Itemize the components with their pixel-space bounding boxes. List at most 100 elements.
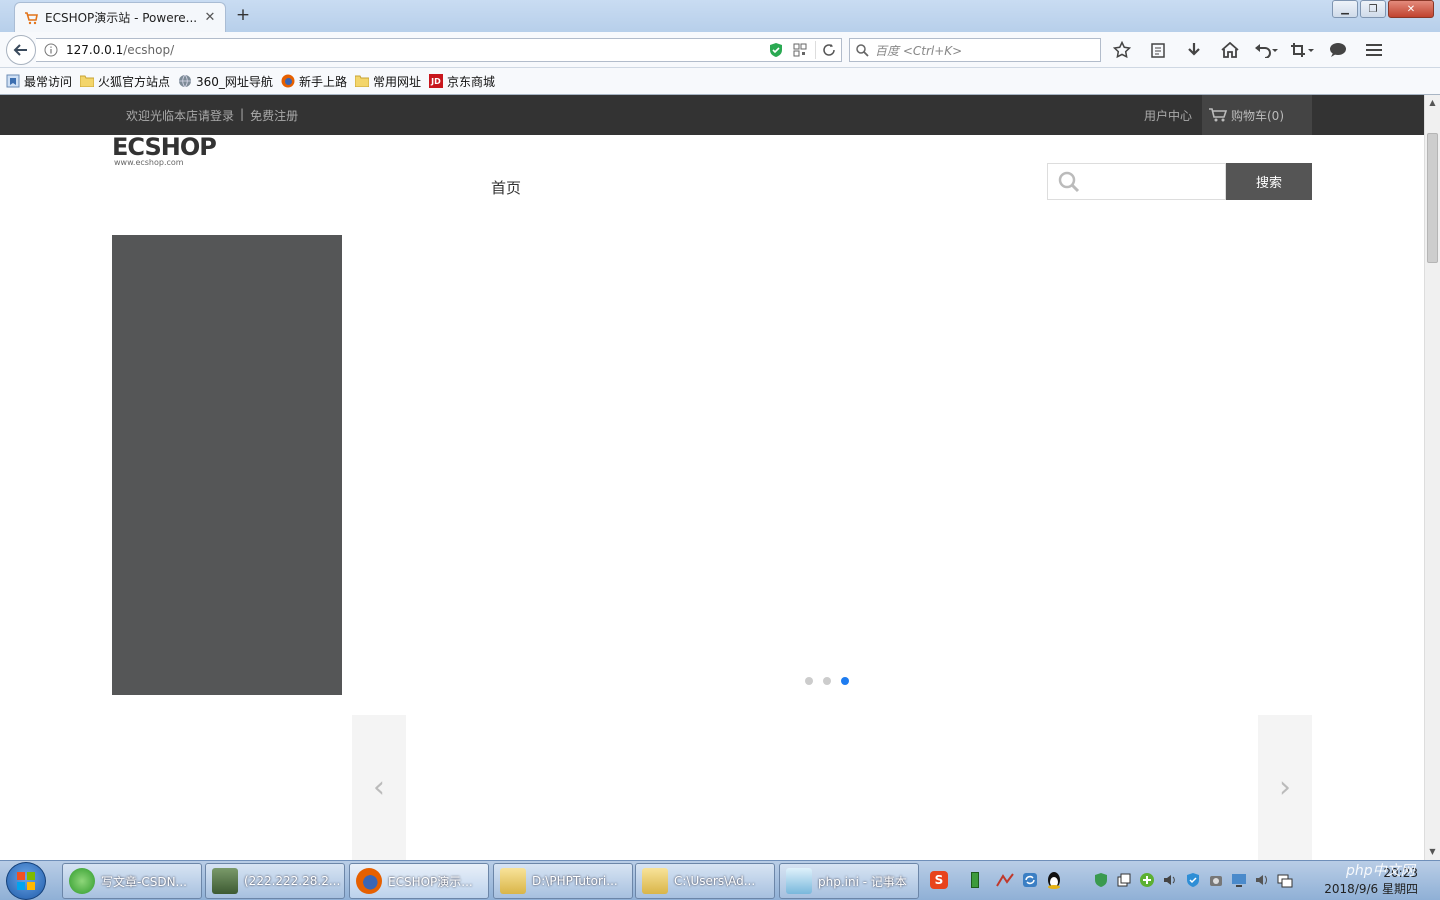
task-label: D:\PHPTutori... — [532, 874, 618, 888]
remote-desktop-icon — [212, 868, 238, 894]
user-center-link[interactable]: 用户中心 — [1144, 107, 1192, 124]
tab-close-icon[interactable]: ✕ — [203, 10, 217, 25]
network-activity-icon[interactable] — [994, 869, 1016, 891]
scroll-up-icon[interactable]: ▲ — [1425, 95, 1440, 111]
cart-button[interactable]: 购物车(0) — [1202, 95, 1312, 135]
task-folder-php[interactable]: D:\PHPTutori... — [493, 863, 633, 899]
separator: | — [240, 107, 245, 121]
task-ecshop[interactable]: ECSHOP演示... — [349, 863, 489, 899]
toolbar-icons — [1108, 38, 1388, 62]
sogou-input-icon[interactable]: S — [928, 869, 950, 891]
shield-icon[interactable] — [767, 41, 785, 59]
carousel-prev-button[interactable]: ‹ — [352, 715, 406, 860]
task-notepad[interactable]: php.ini - 记事本 — [779, 863, 919, 899]
browser-tab[interactable]: ECSHOP演示站 - Powere... ✕ — [14, 2, 226, 32]
jd-icon: JD — [428, 74, 443, 88]
restore-icon[interactable]: ❐ — [1360, 0, 1386, 18]
scroll-down-icon[interactable]: ▼ — [1425, 844, 1440, 860]
task-label: ECSHOP演示... — [388, 874, 473, 889]
bookmark-360-nav[interactable]: 360_网址导航 — [178, 73, 273, 90]
display-settings-icon[interactable] — [1230, 871, 1247, 888]
menu-hamburger-icon[interactable] — [1360, 38, 1388, 62]
bookmark-most-visited[interactable]: 最常访问 — [6, 73, 72, 90]
site-logo[interactable]: ECSHOP www.ecshop.com — [112, 133, 217, 171]
nav-home-link[interactable]: 首页 — [491, 177, 521, 198]
browser-search-box[interactable]: 百度 <Ctrl+K> — [849, 38, 1101, 62]
chat-bubble-icon[interactable] — [1324, 38, 1352, 62]
home-icon[interactable] — [1216, 38, 1244, 62]
url-text[interactable]: 127.0.0.1/ecshop/ — [66, 43, 761, 57]
refresh-browser-icon — [69, 868, 95, 894]
url-bar[interactable]: 127.0.0.1/ecshop/ — [36, 38, 842, 62]
site-search-input[interactable] — [1047, 163, 1226, 200]
camera-icon[interactable] — [1207, 871, 1224, 888]
minimize-icon[interactable]: ▁ — [1332, 0, 1358, 18]
page-viewport: 欢迎光临本店请登录 | 免费注册 用户中心 购物车(0) ECSHOP www.… — [0, 95, 1424, 860]
folder-icon — [642, 868, 668, 894]
info-icon[interactable] — [42, 41, 60, 59]
url-host: 127.0.0.1 — [66, 43, 124, 57]
carousel-dot-active[interactable] — [841, 677, 849, 685]
window-close-icon[interactable]: ✕ — [1388, 0, 1434, 18]
reading-list-icon[interactable] — [1144, 38, 1172, 62]
volume-icon[interactable] — [1161, 871, 1178, 888]
folder-icon — [80, 74, 95, 88]
bookmark-label: 京东商城 — [446, 74, 495, 89]
plus-circle-icon[interactable] — [1138, 871, 1155, 888]
task-csdn[interactable]: 写文章-CSDN... — [62, 863, 202, 899]
system-tray — [1092, 871, 1293, 888]
qr-code-icon[interactable] — [791, 41, 809, 59]
network-icon[interactable] — [1276, 871, 1293, 888]
carousel-dot[interactable] — [805, 677, 813, 685]
site-topbar: 欢迎光临本店请登录 | 免费注册 用户中心 购物车(0) — [0, 95, 1424, 135]
carousel-dots — [805, 677, 849, 685]
bookmark-getting-started[interactable]: 新手上路 — [281, 73, 347, 90]
scrollbar-thumb[interactable] — [1427, 133, 1438, 263]
logo-wordmark: ECSHOP — [112, 133, 217, 161]
search-icon — [856, 43, 869, 57]
login-link[interactable]: 欢迎光临本店请登录 — [126, 107, 234, 124]
undo-icon[interactable] — [1252, 38, 1280, 62]
qq-penguin-icon[interactable] — [1043, 869, 1065, 891]
usb-icon[interactable] — [964, 869, 986, 891]
vertical-scrollbar[interactable]: ▲ ▼ — [1424, 95, 1440, 860]
bookmark-firefox-official[interactable]: 火狐官方站点 — [80, 73, 170, 90]
sync-icon[interactable] — [1019, 869, 1041, 891]
bookmark-label: 常用网址 — [372, 74, 421, 89]
bookmark-common-sites[interactable]: 常用网址 — [354, 73, 421, 90]
start-button[interactable] — [6, 862, 46, 900]
browser-search-placeholder: 百度 <Ctrl+K> — [875, 43, 963, 58]
star-bookmark-icon[interactable] — [1108, 38, 1136, 62]
download-icon[interactable] — [1180, 38, 1208, 62]
bookmark-label: 360_网址导航 — [196, 74, 273, 89]
carousel-next-button[interactable]: › — [1258, 715, 1312, 860]
category-panel — [112, 235, 342, 695]
watermark-text: php中文网 — [1346, 863, 1415, 879]
chevron-left-icon: ‹ — [373, 770, 385, 805]
task-label: (222.222.28.2... — [244, 874, 341, 888]
chevron-right-icon: › — [1279, 770, 1291, 805]
back-arrow-icon[interactable] — [6, 35, 36, 65]
task-remote[interactable]: (222.222.28.2... — [205, 863, 345, 899]
cart-icon — [1209, 108, 1228, 122]
carousel-dot[interactable] — [823, 677, 831, 685]
reload-icon[interactable] — [815, 41, 841, 59]
new-tab-icon[interactable]: + — [232, 6, 254, 26]
task-folder-users[interactable]: C:\Users\Ad... — [635, 863, 775, 899]
browser-tabstrip: ECSHOP演示站 - Powere... ✕ + ▁ ❐ ✕ — [0, 0, 1440, 32]
tab-title: ECSHOP演示站 - Powere... — [45, 11, 197, 25]
shield-tray-icon[interactable] — [1184, 871, 1201, 888]
speaker-icon[interactable] — [1253, 871, 1270, 888]
register-link[interactable]: 免费注册 — [250, 107, 298, 124]
task-label: 写文章-CSDN... — [101, 874, 187, 889]
bookmark-jd[interactable]: JD 京东商城 — [428, 73, 495, 90]
window-switch-icon[interactable] — [1115, 871, 1132, 888]
bookmark-label: 新手上路 — [298, 74, 347, 89]
security-tray-icon[interactable] — [1092, 871, 1109, 888]
clock-date: 2018/9/6 星期四 — [1324, 882, 1418, 896]
site-search-button[interactable]: 搜索 — [1226, 163, 1312, 200]
screenshot-crop-icon[interactable] — [1288, 38, 1316, 62]
cart-favicon-icon — [23, 10, 39, 26]
bookmark-label: 火狐官方站点 — [98, 74, 171, 89]
task-label: C:\Users\Ad... — [674, 874, 756, 888]
